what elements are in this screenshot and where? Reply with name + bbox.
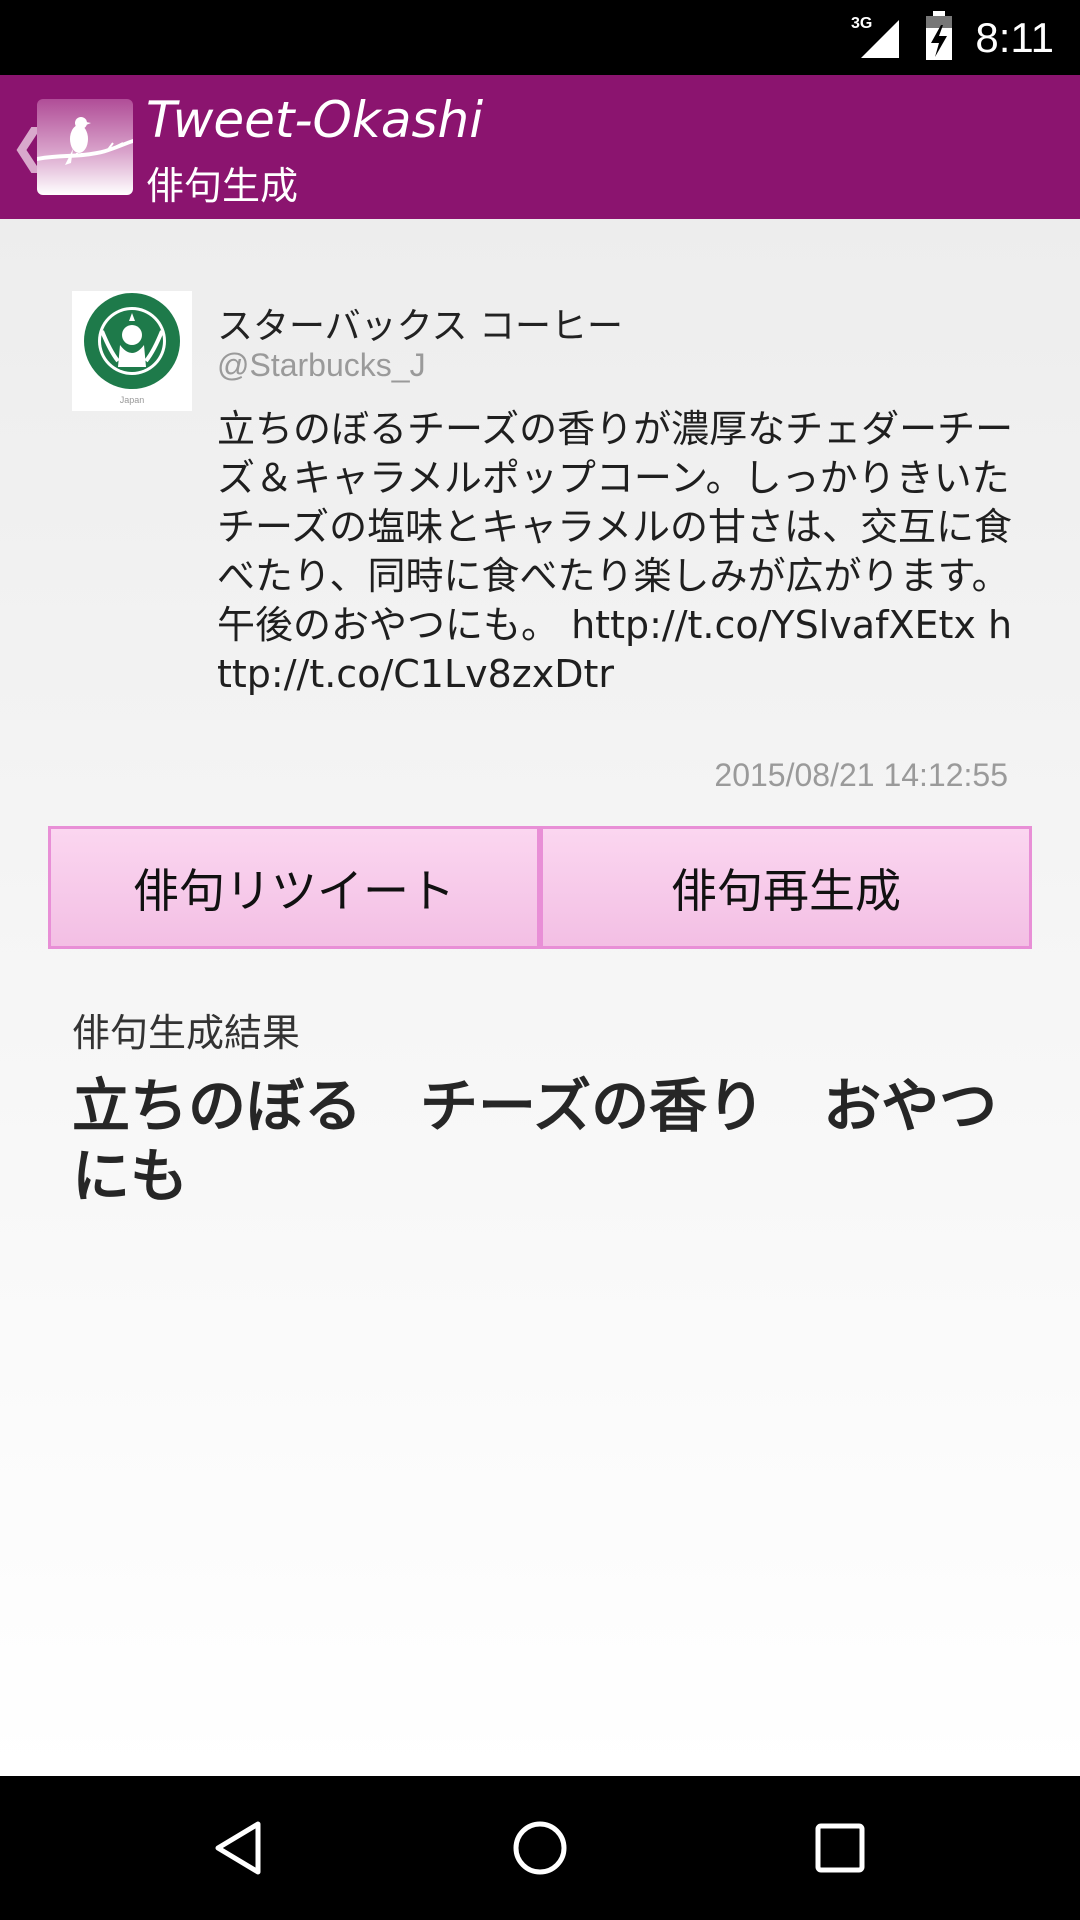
- status-icons: 3G 8:11: [851, 0, 1054, 75]
- tweet-body: 立ちのぼるチーズの香りが濃厚なチェダーチーズ＆キャラメルポップコーン。しっかりき…: [217, 407, 1014, 696]
- battery-charging-icon: [925, 10, 953, 65]
- recents-square-icon[interactable]: [790, 1798, 890, 1898]
- screen-subtitle: 俳句生成: [146, 164, 299, 208]
- tweet-author-name: スターバックス コーヒー: [217, 306, 624, 347]
- system-nav-bar: [0, 1776, 1080, 1920]
- signal-3g-icon: 3G: [851, 12, 903, 64]
- generated-haiku: 立ちのぼる チーズの香り おやつにも: [72, 1072, 998, 1210]
- starbucks-logo-avatar[interactable]: Japan: [72, 291, 192, 411]
- haiku-retweet-button[interactable]: 俳句リツイート: [48, 826, 540, 949]
- app-logo-icon[interactable]: [37, 99, 133, 195]
- network-type-label: 3G: [851, 15, 872, 32]
- status-bar: 3G 8:11: [0, 0, 1080, 75]
- tweet-author-handle: @Starbucks_J: [217, 347, 426, 383]
- result-heading: 俳句生成結果: [72, 1011, 301, 1055]
- clock: 8:11: [975, 13, 1054, 61]
- avatar-caption: Japan: [120, 395, 145, 405]
- haiku-regenerate-button[interactable]: 俳句再生成: [540, 826, 1032, 949]
- app-title: Tweet-Okashi: [146, 91, 484, 149]
- back-triangle-icon[interactable]: [190, 1798, 290, 1898]
- action-bar: ❮ Tweet-Okashi 俳句生成: [0, 75, 1080, 219]
- main-content: Japan スターバックス コーヒー @Starbucks_J 立ちのぼるチーズ…: [0, 219, 1080, 1776]
- home-circle-icon[interactable]: [490, 1798, 590, 1898]
- tweet-timestamp: 2015/08/21 14:12:55: [714, 757, 1008, 793]
